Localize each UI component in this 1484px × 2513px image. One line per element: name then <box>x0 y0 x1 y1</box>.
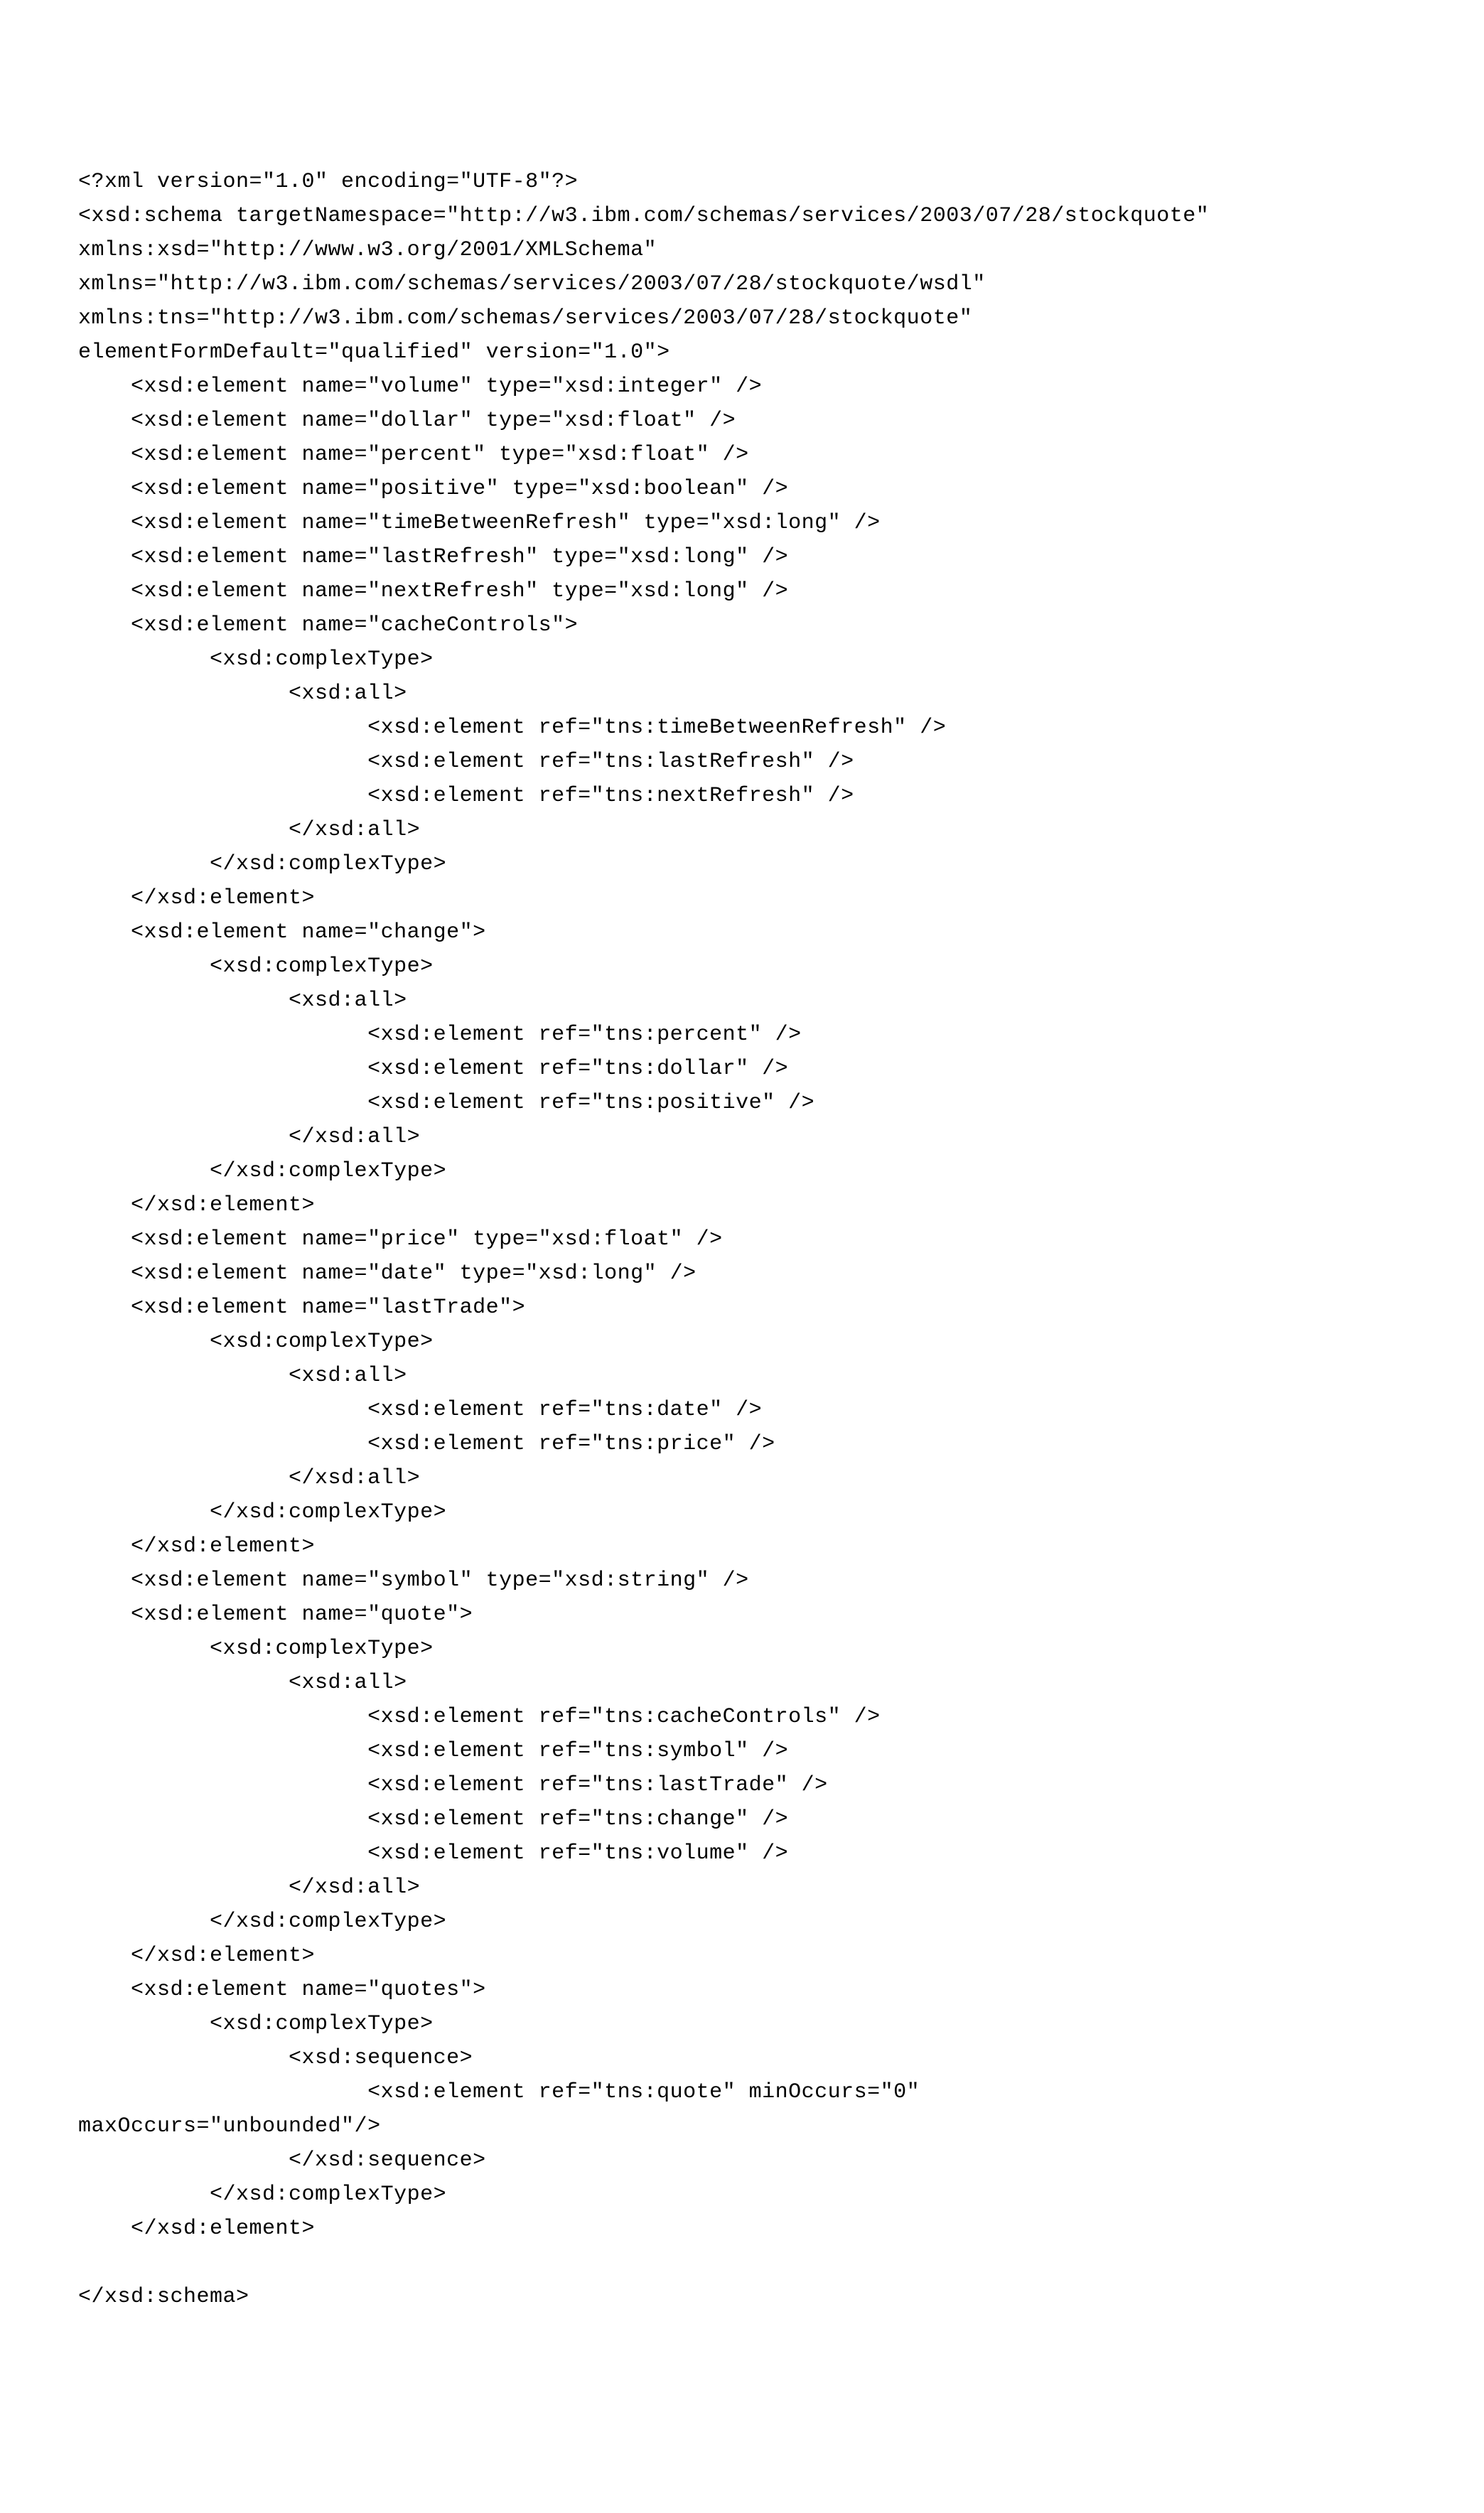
xml-schema-code: <?xml version="1.0" encoding="UTF-8"?> <… <box>78 165 1484 2314</box>
